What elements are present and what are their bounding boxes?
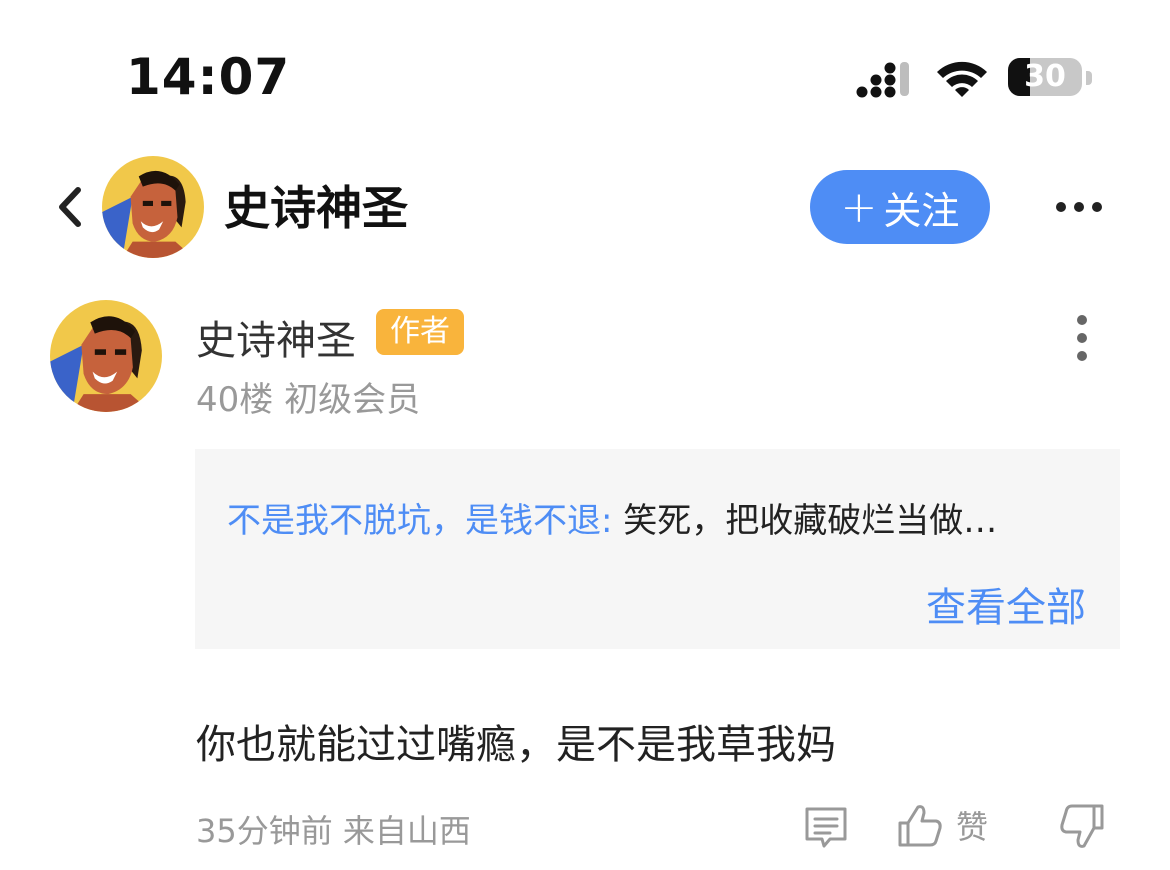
like-button[interactable]: 赞	[896, 800, 1000, 850]
follow-button[interactable]: + 关注	[810, 170, 990, 244]
post-footer-meta: 35分钟前 来自山西	[196, 806, 471, 852]
chevron-left-icon[interactable]	[52, 184, 88, 230]
quote-text: 笑死，把收藏破烂当做…	[623, 501, 998, 541]
wifi-icon	[937, 61, 987, 97]
post-meta: 40楼 初级会员	[196, 372, 420, 421]
header-avatar[interactable]	[102, 156, 204, 258]
signal-icon	[856, 62, 909, 98]
page-title: 史诗神圣	[224, 181, 408, 235]
quote-username[interactable]: 不是我不脱坑，是钱不退:	[227, 501, 623, 541]
follow-label: 关注	[883, 188, 960, 233]
post-location: 来自山西	[342, 812, 471, 850]
quoted-reply[interactable]: 不是我不脱坑，是钱不退: 笑死，把收藏破烂当做… 查看全部	[195, 449, 1120, 649]
post-time: 35分钟前	[196, 812, 333, 850]
like-label: 赞	[956, 808, 989, 846]
thumbs-up-icon	[898, 805, 942, 847]
plus-icon: +	[840, 181, 878, 233]
status-time: 14:07	[126, 48, 291, 106]
author-badge: 作者	[376, 309, 464, 355]
post-username[interactable]: 史诗神圣	[196, 308, 356, 366]
view-all-link[interactable]: 查看全部	[926, 575, 1086, 633]
floor-number: 40楼	[196, 380, 274, 420]
thumbs-down-icon[interactable]	[1058, 802, 1106, 852]
more-vertical-icon[interactable]	[1066, 314, 1098, 362]
comment-icon[interactable]	[802, 804, 850, 852]
user-avatar[interactable]	[50, 300, 162, 412]
battery-level: 30	[1024, 59, 1066, 94]
more-horizontal-icon[interactable]	[1054, 196, 1104, 218]
post-content: 你也就能过过嘴瘾，是不是我草我妈	[196, 722, 836, 768]
member-level: 初级会员	[284, 380, 421, 420]
battery-icon: 30	[1008, 56, 1092, 100]
